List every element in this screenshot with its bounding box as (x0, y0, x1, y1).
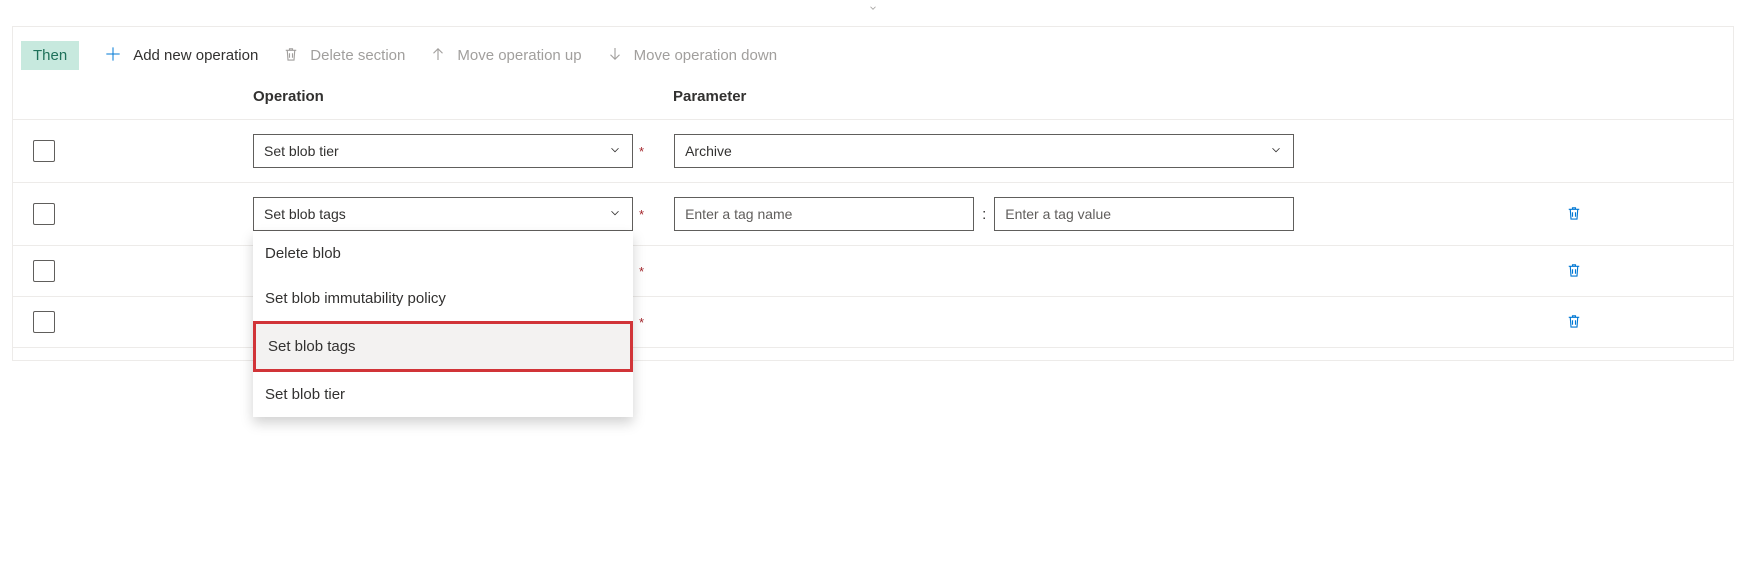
row-checkbox[interactable] (33, 203, 55, 225)
delete-section-button[interactable]: Delete section (282, 45, 405, 67)
operation-select[interactable]: Set blob tags (253, 197, 633, 231)
required-indicator: * (639, 207, 644, 222)
header-operation: Operation (253, 88, 673, 105)
chevron-down-icon (1269, 143, 1283, 160)
delete-row-button[interactable] (1565, 260, 1583, 283)
dropdown-option-immutability[interactable]: Set blob immutability policy (253, 276, 633, 321)
row-checkbox[interactable] (33, 311, 55, 333)
row-checkbox[interactable] (33, 140, 55, 162)
move-up-button[interactable]: Move operation up (429, 45, 581, 67)
tag-name-input[interactable] (674, 197, 974, 231)
required-indicator: * (639, 144, 644, 159)
operation-select[interactable]: Set blob tier (253, 134, 633, 168)
operation-row: Set blob tier * Archive (13, 119, 1733, 182)
arrow-down-icon (606, 45, 624, 67)
delete-row-button[interactable] (1565, 311, 1583, 334)
parameter-select[interactable]: Archive (674, 134, 1294, 168)
trash-icon (282, 45, 300, 67)
row-checkbox[interactable] (33, 260, 55, 282)
move-up-label: Move operation up (457, 47, 581, 64)
toolbar: Then Add new operation Delete section Mo… (13, 27, 1733, 88)
required-indicator: * (639, 315, 644, 330)
tag-separator: : (982, 206, 986, 223)
chevron-down-icon (608, 206, 622, 223)
parameter-select-value: Archive (685, 143, 732, 159)
operation-select-value: Set blob tags (264, 206, 346, 222)
required-indicator: * (639, 264, 644, 279)
delete-section-label: Delete section (310, 47, 405, 64)
add-operation-button[interactable]: Add new operation (103, 44, 258, 68)
column-headers: Operation Parameter (13, 88, 1733, 119)
dropdown-option-delete-blob[interactable]: Delete blob (253, 231, 633, 276)
operation-select-value: Set blob tier (264, 143, 339, 159)
tag-inputs: : (674, 197, 1294, 231)
operation-row: Set blob tags Delete blob Set blob immut… (13, 182, 1733, 245)
header-parameter: Parameter (673, 88, 1713, 105)
tag-value-input[interactable] (994, 197, 1294, 231)
chevron-down-icon (608, 143, 622, 160)
move-down-button[interactable]: Move operation down (606, 45, 777, 67)
arrow-up-icon (429, 45, 447, 67)
connector-arrow (0, 0, 1746, 18)
then-badge: Then (21, 41, 79, 70)
delete-row-button[interactable] (1565, 203, 1583, 226)
then-panel: Then Add new operation Delete section Mo… (12, 26, 1734, 361)
dropdown-option-set-blob-tier[interactable]: Set blob tier (253, 372, 633, 417)
dropdown-option-set-blob-tags[interactable]: Set blob tags (253, 321, 633, 372)
move-down-label: Move operation down (634, 47, 777, 64)
operation-dropdown: Delete blob Set blob immutability policy… (253, 231, 633, 417)
add-operation-label: Add new operation (133, 47, 258, 64)
plus-icon (103, 44, 123, 68)
